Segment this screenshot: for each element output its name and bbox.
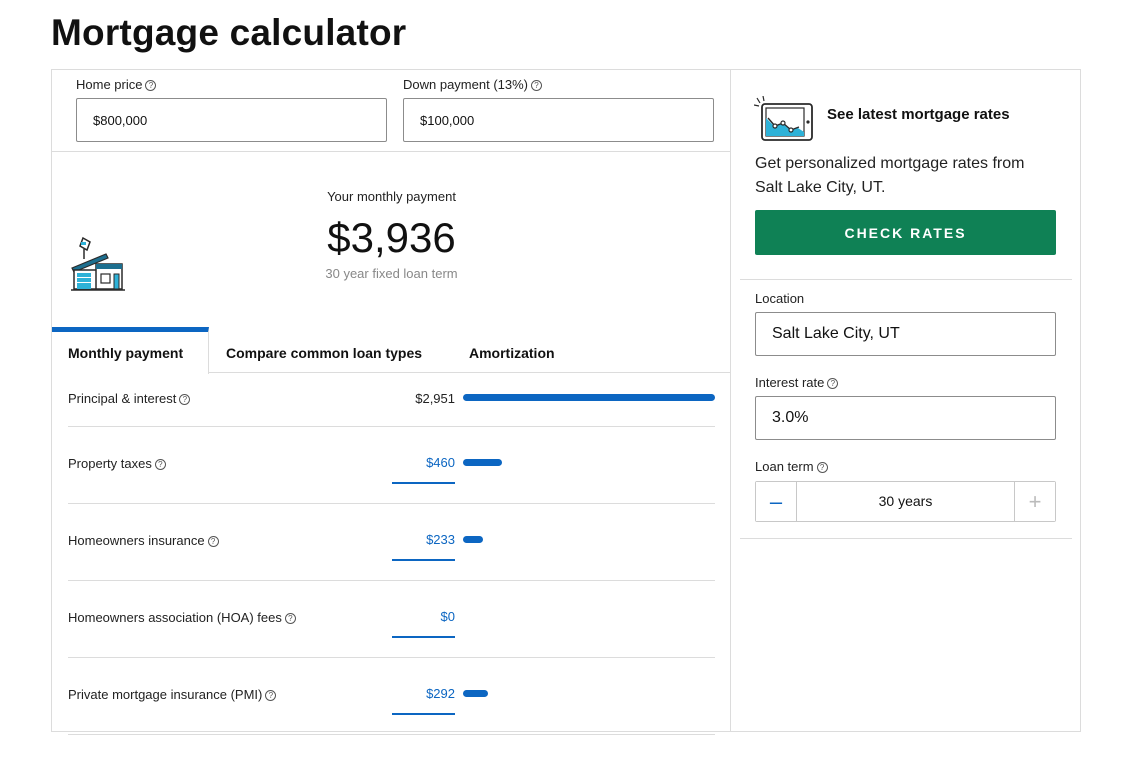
pmi-bar xyxy=(463,690,488,697)
hoa-fees-underline xyxy=(392,636,455,638)
location-input[interactable] xyxy=(755,312,1056,356)
help-icon[interactable]: ? xyxy=(816,462,828,473)
rates-chart-icon xyxy=(754,96,813,141)
tab-amortization[interactable]: Amortization xyxy=(469,327,555,373)
increase-term-button[interactable]: + xyxy=(1014,482,1055,521)
table-row: Homeowners insurance? $233 xyxy=(68,504,715,581)
help-icon[interactable]: ? xyxy=(179,394,191,405)
monthly-payment-label: Your monthly payment xyxy=(327,189,456,204)
pmi-underline xyxy=(392,713,455,715)
hoa-fees-label: Homeowners association (HOA) fees? xyxy=(68,610,296,625)
property-taxes-label: Property taxes? xyxy=(68,456,166,471)
loan-term-caption: 30 year fixed loan term xyxy=(325,266,458,281)
decrease-term-button[interactable]: – xyxy=(756,482,797,521)
pmi-label: Private mortgage insurance (PMI)? xyxy=(68,687,277,702)
help-icon[interactable]: ? xyxy=(207,536,219,547)
table-row: Private mortgage insurance (PMI)? $292 xyxy=(68,658,715,735)
rates-sidebar: See latest mortgage rates Get personaliz… xyxy=(731,70,1080,731)
homeowners-insurance-label: Homeowners insurance? xyxy=(68,533,219,548)
interest-rate-input[interactable] xyxy=(755,396,1056,440)
property-taxes-underline xyxy=(392,482,455,484)
divider xyxy=(740,279,1072,280)
monthly-payment-summary: Your monthly payment $3,936 30 year fixe… xyxy=(52,152,731,328)
homeowners-insurance-bar xyxy=(463,536,483,543)
pmi-value[interactable]: $292 xyxy=(426,686,455,701)
help-icon[interactable]: ? xyxy=(145,80,157,91)
divider xyxy=(740,538,1072,539)
down-payment-input[interactable] xyxy=(403,98,714,142)
check-rates-button[interactable]: CHECK RATES xyxy=(755,210,1056,255)
principal-interest-bar xyxy=(463,394,715,401)
help-icon[interactable]: ? xyxy=(265,690,277,701)
property-taxes-value[interactable]: $460 xyxy=(426,455,455,470)
price-inputs: Home price? Down payment (13%)? xyxy=(52,70,731,152)
loan-term-value: 30 years xyxy=(878,493,933,509)
tab-compare-loan-types[interactable]: Compare common loan types xyxy=(226,327,422,373)
table-row: Property taxes? $460 xyxy=(68,427,715,504)
principal-interest-value: $2,951 xyxy=(415,391,455,406)
down-payment-label: Down payment (13%)? xyxy=(403,77,542,92)
payment-tabs: Monthly payment Compare common loan type… xyxy=(52,327,731,374)
principal-interest-label: Principal & interest? xyxy=(68,391,191,406)
page-title: Mortgage calculator xyxy=(51,12,407,53)
calculator-main-panel: Home price? Down payment (13%)? xyxy=(52,70,731,735)
rates-title: See latest mortgage rates xyxy=(827,106,1010,123)
home-price-label: Home price? xyxy=(76,77,157,92)
loan-term-stepper: – 30 years + xyxy=(755,481,1056,522)
help-icon[interactable]: ? xyxy=(284,613,296,624)
location-label: Location xyxy=(755,291,805,306)
homeowners-insurance-underline xyxy=(392,559,455,561)
property-taxes-bar xyxy=(463,459,502,466)
monthly-payment-amount: $3,936 xyxy=(327,214,456,261)
help-icon[interactable]: ? xyxy=(531,80,542,91)
rates-description: Get personalized mortgage rates from Sal… xyxy=(755,155,1025,196)
tab-monthly-payment[interactable]: Monthly payment xyxy=(52,327,209,374)
home-price-input[interactable] xyxy=(76,98,387,142)
table-row: Principal & interest? $2,951 xyxy=(68,373,715,427)
hoa-fees-value[interactable]: $0 xyxy=(441,609,455,624)
help-icon[interactable]: ? xyxy=(827,378,839,389)
homeowners-insurance-value[interactable]: $233 xyxy=(426,532,455,547)
mortgage-calculator: Home price? Down payment (13%)? xyxy=(51,69,1081,735)
table-row: Homeowners association (HOA) fees? $0 xyxy=(68,581,715,658)
interest-rate-label: Interest rate? xyxy=(755,375,839,390)
loan-term-label: Loan term? xyxy=(755,459,828,474)
help-icon[interactable]: ? xyxy=(154,459,166,470)
